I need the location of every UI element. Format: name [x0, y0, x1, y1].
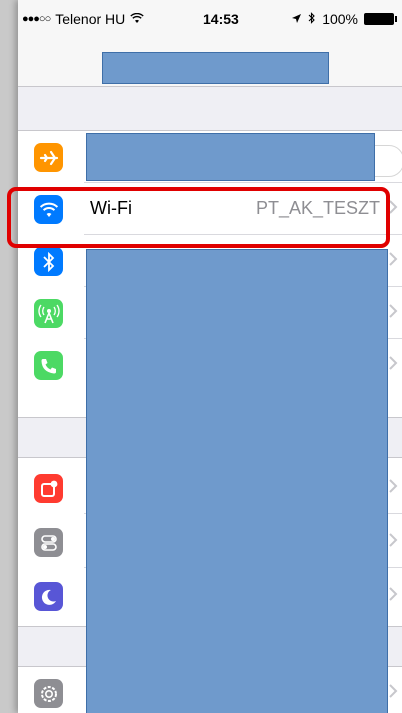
- bluetooth-status-icon: [308, 11, 316, 27]
- chevron-right-icon: [389, 304, 398, 318]
- chevron-right-icon: [389, 252, 398, 266]
- redacted-airplane-label: [86, 133, 375, 181]
- battery-icon: [364, 13, 397, 25]
- gear-icon: [34, 679, 63, 708]
- status-bar: ●●●○○ Telenor HU 14:53 100%: [18, 0, 402, 40]
- redacted-settings-labels: [86, 249, 388, 713]
- control-center-icon: [34, 528, 63, 557]
- chevron-right-icon: [389, 479, 398, 493]
- battery-percent: 100%: [322, 11, 358, 27]
- status-right: 100%: [291, 11, 397, 27]
- status-time: 14:53: [203, 11, 239, 27]
- location-arrow-icon: [291, 11, 302, 27]
- wifi-signal-icon: [130, 11, 144, 27]
- phone-icon: [34, 351, 63, 380]
- notifications-icon: [34, 474, 63, 503]
- signal-strength: ●●●○○: [22, 13, 51, 25]
- chevron-right-icon: [389, 587, 398, 601]
- bluetooth-icon: [34, 247, 63, 276]
- navigation-bar: [18, 40, 402, 87]
- status-left: ●●●○○ Telenor HU: [22, 11, 144, 27]
- airplane-mode-icon: [34, 143, 63, 172]
- redacted-title: [102, 52, 329, 84]
- chevron-right-icon: [389, 684, 398, 698]
- do-not-disturb-icon: [34, 582, 63, 611]
- phone-screen: ●●●○○ Telenor HU 14:53 100% Wi-Fi PT_AK_…: [18, 0, 402, 713]
- carrier-name: Telenor HU: [55, 11, 126, 27]
- wifi-row-highlight: [7, 187, 390, 248]
- cellular-icon: [34, 299, 63, 328]
- chevron-right-icon: [389, 356, 398, 370]
- chevron-right-icon: [389, 533, 398, 547]
